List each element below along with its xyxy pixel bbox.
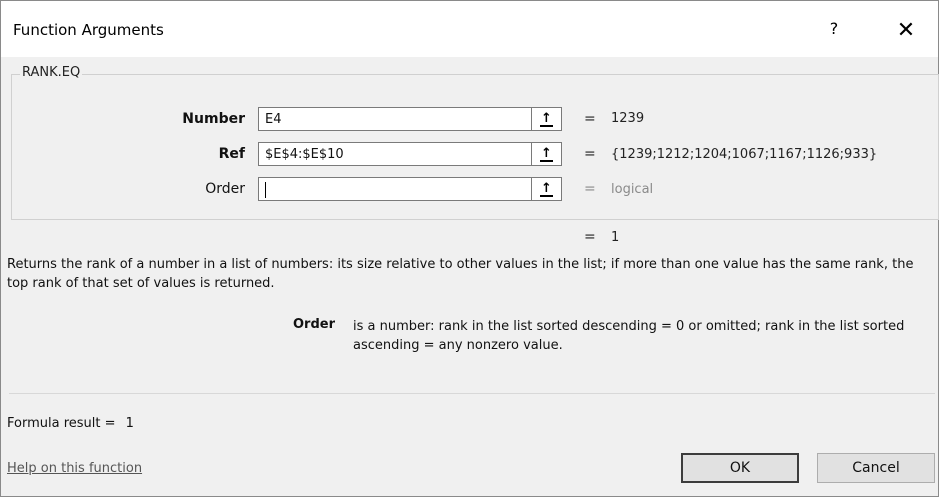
function-description: Returns the rank of a number in a list o…	[7, 257, 914, 291]
number-result: 1239	[611, 111, 645, 126]
current-param-description: is a number: rank in the list sorted des…	[353, 319, 905, 353]
number-collapse-button[interactable]: ↑	[532, 107, 562, 131]
formula-result-label: Formula result =	[7, 416, 116, 431]
number-input[interactable]: E4	[258, 107, 532, 131]
order-input[interactable]	[258, 177, 532, 201]
ref-collapse-button[interactable]: ↑	[532, 142, 562, 166]
order-collapse-button[interactable]: ↑	[532, 177, 562, 201]
ref-label: Ref	[218, 146, 245, 162]
number-equals: =	[584, 111, 596, 127]
number-label: Number	[182, 111, 245, 127]
collapse-dialog-icon: ↑	[540, 181, 553, 197]
function-name: RANK.EQ	[20, 65, 83, 80]
dialog-title: Function Arguments	[13, 21, 164, 39]
function-arguments-dialog: Function Arguments ? ✕ RANK.EQ Number E4…	[0, 0, 939, 497]
help-button[interactable]: ?	[819, 19, 849, 43]
collapse-dialog-icon: ↑	[540, 111, 553, 127]
ref-equals: =	[584, 146, 596, 162]
ok-button[interactable]: OK	[681, 453, 799, 483]
formula-result: Formula result = 1	[7, 416, 134, 431]
text-caret	[265, 181, 266, 198]
cancel-button[interactable]: Cancel	[817, 453, 935, 483]
title-bar: Function Arguments ? ✕	[1, 1, 938, 57]
formula-result-value: 1	[125, 416, 134, 431]
ref-input[interactable]: $E$4:$E$10	[258, 142, 532, 166]
overall-result: 1	[611, 230, 620, 245]
current-param-name: Order	[293, 317, 335, 332]
order-label: Order	[205, 181, 245, 197]
order-result: logical	[611, 182, 654, 197]
order-equals: =	[584, 181, 596, 197]
ref-result: {1239;1212;1204;1067;1167;1126;933}	[611, 147, 878, 162]
collapse-dialog-icon: ↑	[540, 146, 553, 162]
close-button[interactable]: ✕	[891, 16, 921, 46]
help-on-function-link[interactable]: Help on this function	[7, 461, 142, 476]
overall-equals: =	[584, 229, 596, 245]
divider	[9, 393, 935, 394]
